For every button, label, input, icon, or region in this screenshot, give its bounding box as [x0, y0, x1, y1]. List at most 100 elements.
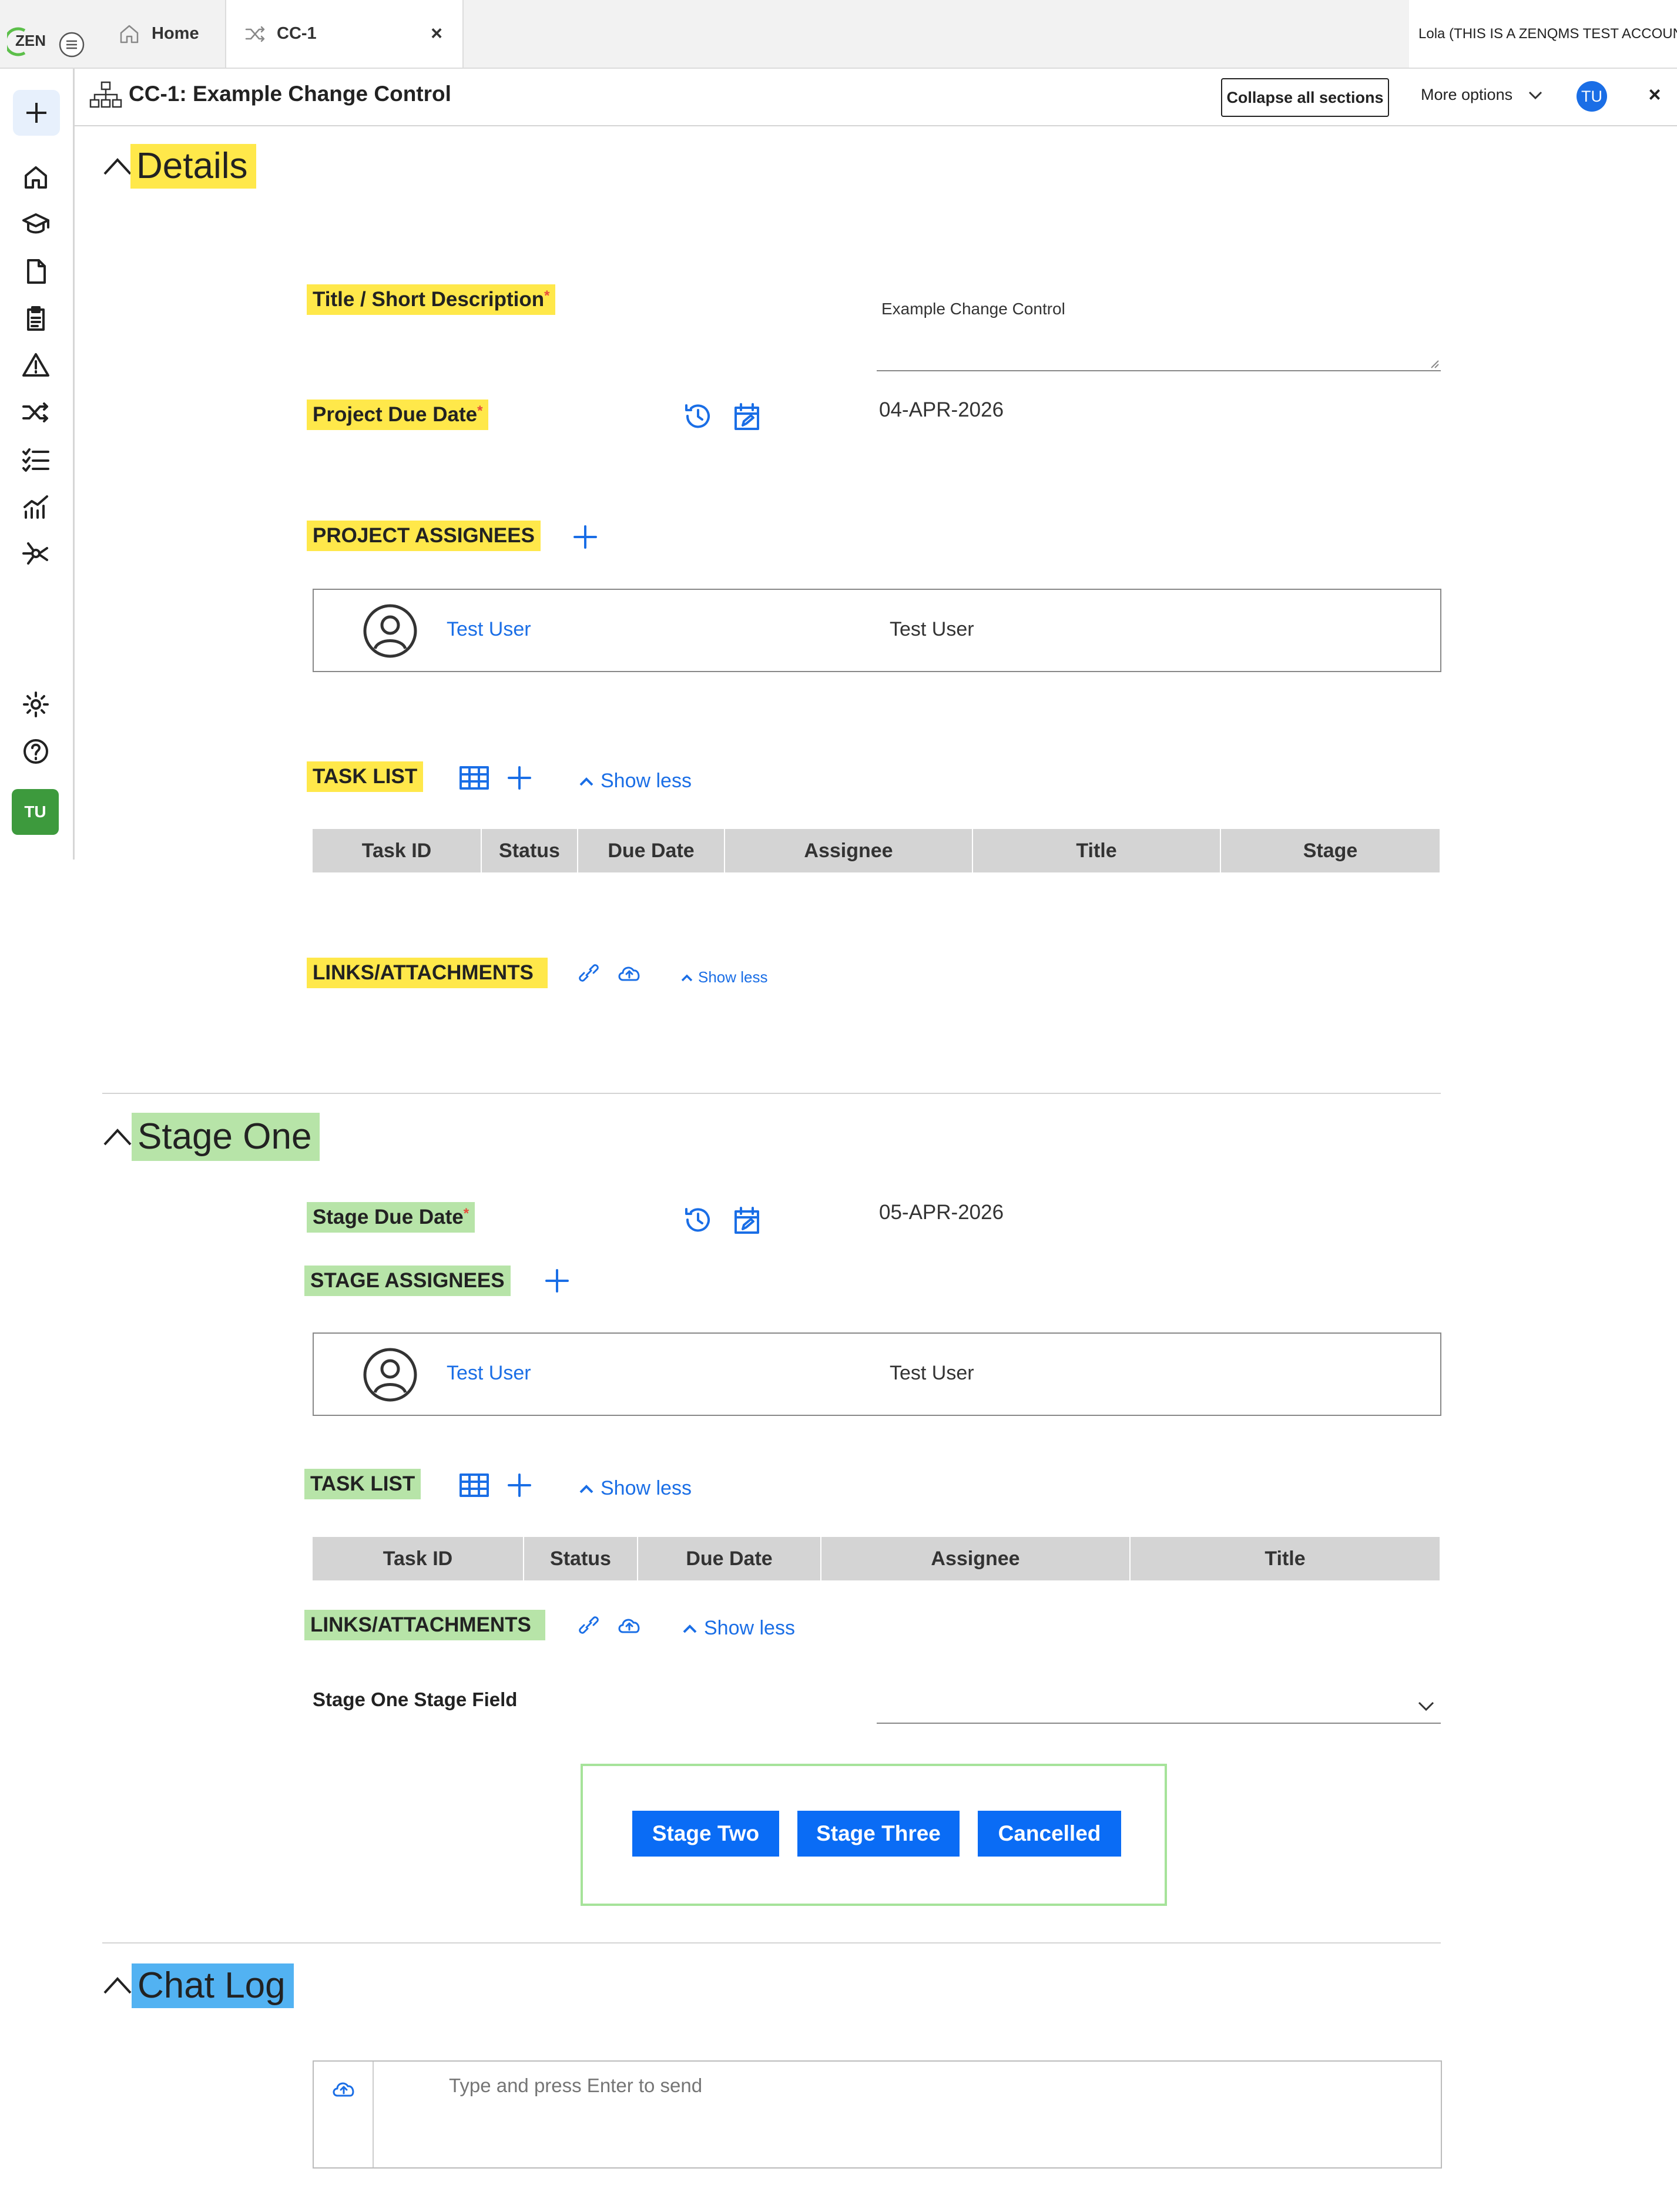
- assignee-link[interactable]: Test User: [447, 1362, 531, 1385]
- tab-close-icon[interactable]: ×: [431, 22, 442, 45]
- document-icon[interactable]: [21, 257, 51, 286]
- history-icon[interactable]: [682, 1203, 715, 1236]
- plus-icon: [508, 1473, 531, 1497]
- project-assignee-card: Test User Test User: [313, 589, 1441, 672]
- task-list-show-less-link[interactable]: Show less: [578, 770, 692, 793]
- close-record-button[interactable]: ×: [1643, 82, 1666, 108]
- header-avatar[interactable]: TU: [1577, 81, 1607, 112]
- stage-assignees-label: STAGE ASSIGNEES: [304, 1266, 511, 1296]
- create-new-button[interactable]: [13, 90, 60, 136]
- column-header[interactable]: Stage: [1221, 829, 1440, 872]
- help-icon[interactable]: [21, 737, 51, 766]
- home-icon: [120, 25, 139, 43]
- account-label[interactable]: Lola (THIS IS A ZENQMS TEST ACCOUNT: [1409, 0, 1677, 68]
- page-title: CC-1: Example Change Control: [129, 82, 451, 106]
- history-icon[interactable]: [682, 400, 715, 432]
- add-task-button[interactable]: [505, 1471, 534, 1499]
- tab-home[interactable]: Home: [118, 0, 223, 68]
- resize-handle-icon: [1431, 360, 1439, 368]
- cancelled-button[interactable]: Cancelled: [978, 1811, 1121, 1857]
- link-icon[interactable]: [576, 1613, 602, 1637]
- plus-icon: [545, 1269, 569, 1293]
- calendar-edit-icon[interactable]: [731, 401, 763, 432]
- column-header[interactable]: Title: [973, 829, 1221, 872]
- section-divider: [102, 1093, 1441, 1094]
- section-title-details: Details: [130, 144, 256, 189]
- plus-icon: [508, 766, 531, 790]
- links-show-less-link[interactable]: Show less: [680, 968, 768, 986]
- user-avatar[interactable]: TU: [12, 789, 59, 835]
- details-collapse-chevron-icon[interactable]: [102, 154, 133, 177]
- link-icon[interactable]: [576, 961, 602, 985]
- chat-log-collapse-chevron-icon[interactable]: [102, 1973, 133, 1996]
- chat-attach-button[interactable]: [314, 2062, 374, 2167]
- stage-assignee-card: Test User Test User: [313, 1332, 1441, 1416]
- table-view-icon[interactable]: [458, 1471, 490, 1499]
- stage-links-show-less-link[interactable]: Show less: [682, 1617, 795, 1640]
- section-divider: [102, 1942, 1441, 1944]
- shuffle-icon[interactable]: [21, 398, 51, 427]
- add-stage-assignee-button[interactable]: [543, 1267, 571, 1295]
- column-header[interactable]: Status: [524, 1537, 638, 1580]
- graduation-cap-icon[interactable]: [21, 210, 51, 239]
- section-title-stage-one: Stage One: [132, 1113, 320, 1161]
- chevron-up-icon: [579, 777, 593, 786]
- stage-task-list-show-less-link[interactable]: Show less: [578, 1477, 692, 1500]
- table-view-icon[interactable]: [458, 764, 490, 792]
- stage-one-collapse-chevron-icon[interactable]: [102, 1125, 133, 1148]
- warning-icon[interactable]: [21, 351, 51, 380]
- hierarchy-icon[interactable]: [89, 80, 123, 110]
- column-header[interactable]: Title: [1131, 1537, 1440, 1580]
- title-field[interactable]: Example Change Control: [877, 282, 1441, 371]
- clipboard-icon[interactable]: [21, 304, 51, 333]
- upload-cloud-icon[interactable]: [616, 1613, 643, 1637]
- stage-field-select[interactable]: [877, 1689, 1441, 1724]
- chat-message-input[interactable]: [374, 2062, 1438, 2165]
- svg-text:ZEN: ZEN: [15, 32, 46, 49]
- analytics-icon[interactable]: [21, 492, 51, 521]
- assignee-name: Test User: [890, 1362, 974, 1384]
- column-header[interactable]: Task ID: [313, 829, 482, 872]
- user-avatar-icon: [363, 604, 417, 658]
- shuffle-icon: [245, 26, 265, 42]
- close-icon: ×: [1648, 82, 1661, 106]
- task-list-label: TASK LIST: [307, 761, 424, 792]
- assignee-name: Test User: [890, 618, 974, 640]
- upload-cloud-icon[interactable]: [616, 961, 643, 985]
- calendar-edit-icon[interactable]: [731, 1204, 763, 1236]
- project-due-date-value[interactable]: 04-APR-2026: [879, 398, 1004, 422]
- chevron-up-icon: [683, 1624, 697, 1633]
- plus-icon: [26, 103, 46, 123]
- column-header[interactable]: Assignee: [821, 1537, 1131, 1580]
- details-task-table-header: Task ID Status Due Date Assignee Title S…: [313, 829, 1440, 872]
- assignee-link[interactable]: Test User: [447, 618, 531, 641]
- home-icon[interactable]: [21, 163, 51, 192]
- collapse-all-sections-button[interactable]: Collapse all sections: [1221, 78, 1389, 117]
- column-header[interactable]: Assignee: [725, 829, 973, 872]
- stage-two-button[interactable]: Stage Two: [632, 1811, 779, 1857]
- stage-three-button[interactable]: Stage Three: [797, 1811, 960, 1857]
- chevron-down-icon: [1418, 1701, 1434, 1711]
- add-assignee-button[interactable]: [571, 523, 599, 551]
- stage-links-attachments-label: LINKS/ATTACHMENTS: [304, 1610, 545, 1640]
- stage-due-date-label: Stage Due Date*: [307, 1202, 475, 1233]
- column-header[interactable]: Task ID: [313, 1537, 524, 1580]
- zen-logo[interactable]: ZEN: [7, 26, 52, 56]
- checklist-icon[interactable]: [21, 445, 51, 474]
- add-task-button[interactable]: [505, 764, 534, 792]
- menu-toggle-icon[interactable]: [58, 31, 86, 59]
- upload-cloud-icon: [333, 2082, 354, 2097]
- column-header[interactable]: Status: [482, 829, 578, 872]
- tab-cc-1[interactable]: CC-1 ×: [225, 0, 464, 68]
- more-options-dropdown[interactable]: More options: [1421, 86, 1543, 104]
- gear-icon[interactable]: [21, 690, 51, 719]
- stage-due-date-value[interactable]: 05-APR-2026: [879, 1201, 1004, 1224]
- network-icon[interactable]: [21, 539, 51, 568]
- column-header[interactable]: Due Date: [638, 1537, 821, 1580]
- column-header[interactable]: Due Date: [578, 829, 725, 872]
- stage-task-table-header: Task ID Status Due Date Assignee Title: [313, 1537, 1440, 1580]
- links-attachments-label: LINKS/ATTACHMENTS: [307, 958, 548, 988]
- chat-input-box: [313, 2060, 1442, 2169]
- chevron-down-icon: [1529, 91, 1542, 99]
- stage-task-list-label: TASK LIST: [304, 1469, 421, 1499]
